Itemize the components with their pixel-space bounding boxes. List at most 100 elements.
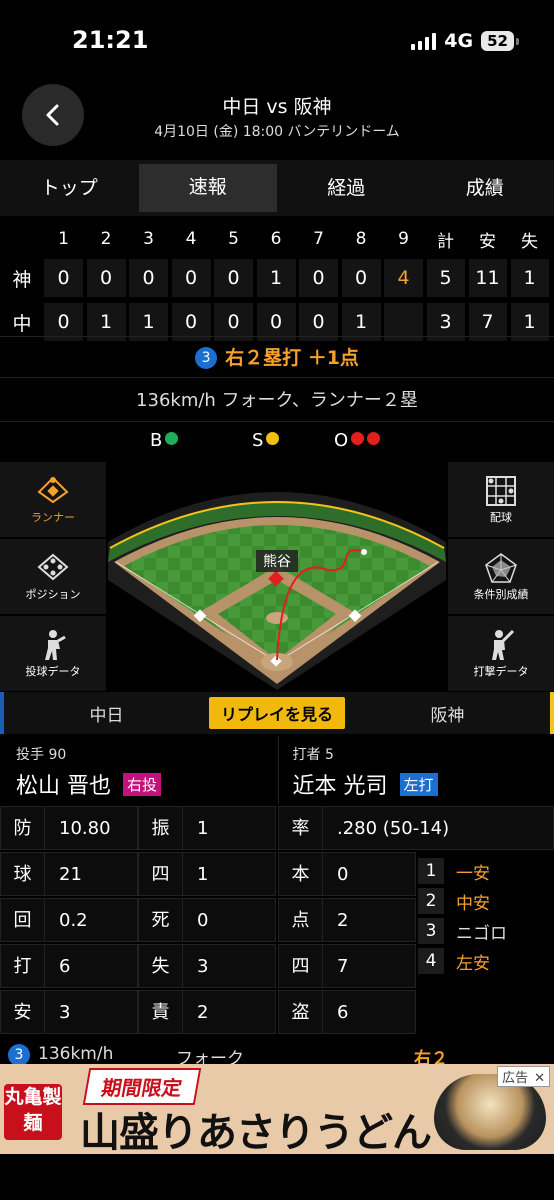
batter-card[interactable]: 打者 5 近本 光司 左打 [279,736,554,804]
batter-name: 近本 光司 [292,774,388,799]
inning-score-cell: 0 [299,259,338,297]
stat-value: .280 (50-14) [337,817,450,839]
stat-key: 安 [1,991,45,1033]
ad-headline: 山盛りあさりうどん [80,1109,432,1154]
pitch-data-button[interactable]: 投球データ [0,616,106,691]
count-display: B S O [0,424,554,460]
stat-value: 2 [197,1001,209,1023]
home-indicator-area [0,1154,554,1200]
stat-value: 6 [337,1001,349,1023]
stat-value: 1 [197,817,209,839]
tab-bar: トップ 速報 経過 成績 [0,160,554,216]
pitcher-stat: 安3 [0,990,138,1034]
pitcher-stat: 四1 [138,852,276,896]
runner-button[interactable]: ランナー [0,462,106,537]
tab-progress[interactable]: 経過 [277,160,416,216]
pitcher-stat: 死0 [138,898,276,942]
stat-value: 3 [59,1001,71,1023]
at-bat-item[interactable]: 2 中安 [418,886,554,916]
inning-header: 安 [479,231,496,252]
runner-label: ランナー [31,510,75,524]
close-icon: ✕ [534,1071,545,1086]
tab-top[interactable]: トップ [0,160,139,216]
page-title: 中日 vs 阪神 [222,96,332,118]
play-text: 右２塁打 ＋1点 [225,347,359,369]
team-replay-bar: 中日 リプレイを見る 阪神 [0,692,554,734]
battery-icon: 52 [481,31,519,51]
stat-value: 7 [337,955,349,977]
home-team-tab[interactable]: 中日 [4,701,209,726]
pitcher-stat: 失3 [138,944,276,988]
inning-header: 7 [313,229,324,249]
pitcher-card[interactable]: 投手 90 松山 晋也 右投 [0,736,279,804]
tab-results[interactable]: 成績 [416,160,554,216]
tab-live[interactable]: 速報 [138,164,277,212]
stat-value: 0 [197,909,209,931]
play-result[interactable]: 3 右２塁打 ＋1点 [0,336,554,378]
stat-key: 点 [279,899,323,941]
inning-score-cell: 0 [341,259,381,297]
position-button[interactable]: ポジション [0,539,106,614]
stat-key: 死 [139,899,183,941]
situational-stats-button[interactable]: 条件別成績 [448,539,554,614]
at-bat-item[interactable]: 3 ニゴロ [418,916,554,946]
ball-landing-point [361,549,367,555]
out-dot [351,432,365,445]
pitcher-hand-badge: 右投 [123,772,162,796]
inning-score-cell: 0 [86,259,126,297]
pitch-sequence-button[interactable]: 配球 [448,462,554,537]
stat-key: 振 [139,807,183,849]
inning-header: 1 [58,229,69,249]
inning-score-cell: 4 [384,259,423,297]
pitcher-name: 松山 晋也 [16,774,111,799]
stat-value: 1 [197,863,209,885]
out-count: O [334,430,381,451]
stat-value: 6 [59,955,71,977]
situational-stats-label: 条件別成績 [473,587,529,601]
batter-icon [486,629,516,663]
network-type: 4G [444,30,474,52]
ad-close-button[interactable]: 広告 ✕ [497,1066,550,1087]
inning-header: 6 [270,229,282,249]
game-info: 4月10日 (金) 18:00 バンテリンドーム [154,124,400,140]
pitch-info: 136km/h フォーク、ランナー２塁 [0,380,554,422]
scoreboard-row-away: 神 0 0 0 0 0 1 0 0 4 5 11 1 [0,256,554,300]
stat-key: 四 [139,853,183,895]
signal-icon [411,32,437,50]
team-initial: 神 [12,268,32,291]
batter-stat: 点2 [278,898,416,942]
pitch-data-label: 投球データ [25,664,81,678]
scoreboard-header: 1 2 3 4 5 6 7 8 9 計 安 失 [0,222,554,256]
position-icon [36,552,70,586]
batting-data-label: 打撃データ [473,664,529,678]
batter-stat: 四7 [278,944,416,988]
batting-data-button[interactable]: 打撃データ [448,616,554,691]
scoreboard: 123456789計安失 神 0 0 0 0 0 1 0 0 4 5 11 1 中 011000013… [0,222,554,344]
pitch-log-result: 右２ [414,1049,448,1064]
team-initial: 中 [12,312,32,335]
at-bat-number: 2 [418,888,444,914]
batter-stat: 本0 [278,852,416,896]
stat-value: 21 [59,863,82,885]
at-bat-result: ニゴロ [456,923,507,944]
ad-logo: 丸亀製麺 [4,1084,62,1140]
ad-banner[interactable]: 丸亀製麺 期間限定 山盛りあさりうどん 広告 ✕ [0,1064,554,1154]
away-team-tab[interactable]: 阪神 [345,701,550,726]
at-bat-item[interactable]: 4 左安 [418,946,554,976]
replay-button[interactable]: リプレイを見る [209,697,346,729]
inning-score-cell: 0 [171,259,211,297]
stat-key: 四 [279,945,323,987]
at-bat-result: 左安 [456,953,490,974]
pitch-log-row: 3 136km/h フォーク 右２ [0,1044,554,1064]
ball-count: B [150,430,179,451]
pitcher-stat: 防 10.80 [0,806,138,850]
runner-diamond-icon [36,475,70,509]
radar-chart-icon [484,552,518,586]
stat-value: 0 [337,863,349,885]
status-bar: 21:21 4G 52 [0,0,554,80]
at-bat-results: 1 一安 2 中安 3 ニゴロ 4 左安 [418,856,554,976]
at-bat-item[interactable]: 1 一安 [418,856,554,886]
stat-value: 10.80 [59,817,111,839]
strike-count: S [252,430,280,451]
stat-key: 本 [279,853,323,895]
